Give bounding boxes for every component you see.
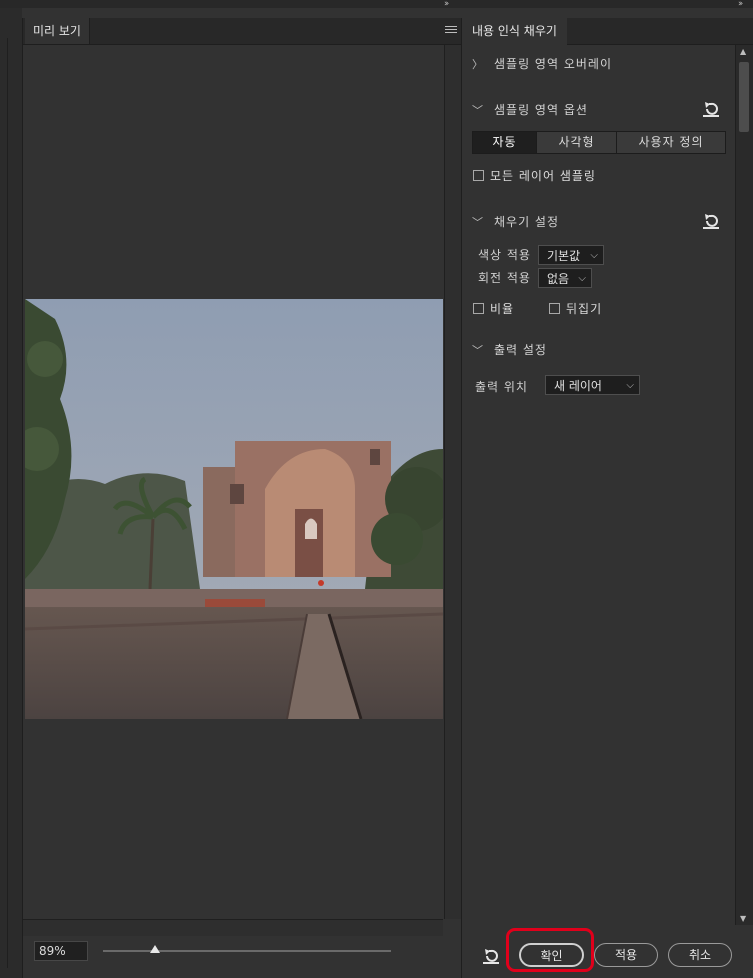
checkbox-label: 모든 레이어 샘플링 xyxy=(490,169,596,183)
checkbox-icon xyxy=(549,303,560,314)
mode-auto-button[interactable]: 자동 xyxy=(473,132,537,153)
checkbox-icon xyxy=(473,170,484,181)
rotation-adaptation-label: 회전 적용 xyxy=(478,271,531,285)
section-output-settings[interactable]: ﹀ 출력 설정 xyxy=(472,341,547,359)
left-toolbar-strip xyxy=(0,8,22,978)
section-label: 샘플링 영역 옵션 xyxy=(494,103,588,117)
tab-content-aware-fill[interactable]: 내용 인식 채우기 xyxy=(462,18,567,45)
chevron-down-icon: ⌵ xyxy=(590,250,598,261)
settings-tab-bar: 내용 인식 채우기 xyxy=(462,18,753,45)
color-adaptation-label: 색상 적용 xyxy=(478,248,531,262)
scroll-up-icon[interactable]: ▲ xyxy=(740,47,746,56)
collapse-chevron-icon[interactable]: ›› xyxy=(444,0,449,9)
chevron-down-icon: ﹀ xyxy=(472,344,484,357)
tab-preview[interactable]: 미리 보기 xyxy=(25,18,90,44)
dropdown-value: 새 레이어 xyxy=(554,379,602,393)
checkbox-label: 비율 xyxy=(490,302,515,316)
mirror-checkbox[interactable]: 뒤집기 xyxy=(549,300,602,317)
zoom-slider-thumb[interactable] xyxy=(149,945,160,953)
scrollbar-thumb[interactable] xyxy=(739,62,749,132)
panel-menu-icon[interactable] xyxy=(445,24,457,36)
checkbox-icon xyxy=(473,303,484,314)
section-fill-settings[interactable]: ﹀ 채우기 설정 xyxy=(472,213,559,231)
scroll-down-icon[interactable]: ▼ xyxy=(740,914,746,923)
preview-panel: 미리 보기 xyxy=(22,18,461,978)
checkbox-label: 뒤집기 xyxy=(566,302,603,316)
preview-image xyxy=(25,299,443,719)
reset-fill-icon[interactable] xyxy=(702,213,720,229)
content-aware-fill-panel: 내용 인식 채우기 〉 샘플링 영역 오버레이 ﹀ 샘플링 영역 옵션 자동 사각형… xyxy=(461,18,753,978)
chevron-down-icon: ⌵ xyxy=(626,380,634,391)
output-to-dropdown[interactable]: 새 레이어 ⌵ xyxy=(545,375,640,395)
apply-button[interactable]: 적용 xyxy=(594,943,658,967)
output-to-label: 출력 위치 xyxy=(475,380,528,394)
reset-sampling-icon[interactable] xyxy=(702,101,720,117)
reset-all-icon[interactable] xyxy=(482,948,500,964)
mode-custom-button[interactable]: 사용자 정의 xyxy=(617,132,725,153)
collapse-chevron-icon-right[interactable]: ›› xyxy=(738,0,743,9)
sampling-mode-segmented-control: 자동 사각형 사용자 정의 xyxy=(472,131,726,154)
preview-vertical-scrollbar[interactable] xyxy=(444,45,461,919)
chevron-right-icon: 〉 xyxy=(472,58,484,71)
sample-all-layers-checkbox[interactable]: 모든 레이어 샘플링 xyxy=(473,167,596,184)
top-bar: ›› ›› xyxy=(0,0,753,9)
color-adaptation-dropdown[interactable]: 기본값 ⌵ xyxy=(538,245,604,265)
preview-horizontal-scrollbar[interactable] xyxy=(23,919,443,936)
preview-canvas xyxy=(23,45,443,919)
scale-checkbox[interactable]: 비율 xyxy=(473,300,514,317)
section-label: 채우기 설정 xyxy=(494,215,560,229)
chevron-down-icon: ﹀ xyxy=(472,216,484,229)
ok-button[interactable]: 확인 xyxy=(519,943,584,967)
mode-rectangle-button[interactable]: 사각형 xyxy=(537,132,617,153)
cancel-button[interactable]: 취소 xyxy=(668,943,732,967)
section-sampling-overlay[interactable]: 〉 샘플링 영역 오버레이 xyxy=(472,55,612,73)
dropdown-value: 없음 xyxy=(547,272,570,286)
zoom-input[interactable] xyxy=(34,941,88,961)
preview-tab-bar: 미리 보기 xyxy=(23,18,461,45)
chevron-down-icon: ﹀ xyxy=(472,104,484,117)
zoom-slider-track[interactable] xyxy=(103,950,391,952)
section-label: 출력 설정 xyxy=(494,343,547,357)
section-sampling-options[interactable]: ﹀ 샘플링 영역 옵션 xyxy=(472,101,588,119)
chevron-down-icon: ⌵ xyxy=(578,273,586,284)
rotation-adaptation-dropdown[interactable]: 없음 ⌵ xyxy=(538,268,592,288)
dropdown-value: 기본값 xyxy=(547,249,581,263)
section-label: 샘플링 영역 오버레이 xyxy=(494,57,612,71)
background-document-edge xyxy=(747,320,753,780)
